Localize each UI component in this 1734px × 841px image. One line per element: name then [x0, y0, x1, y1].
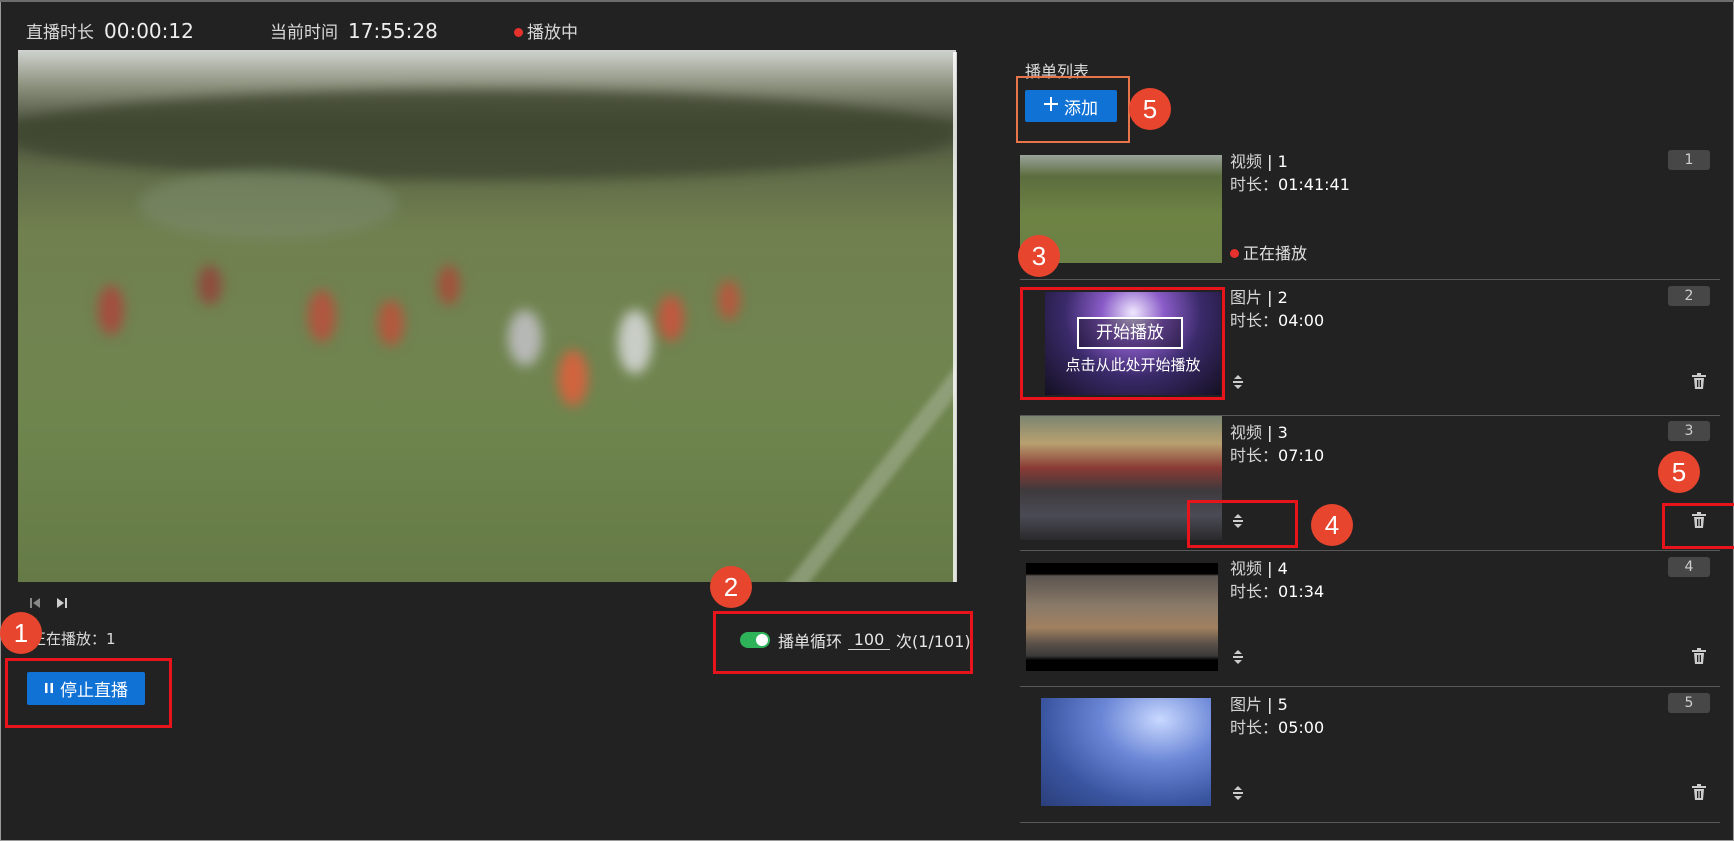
callout-3: 3 [1018, 235, 1060, 277]
item-duration-label: 时长： [1230, 311, 1279, 330]
highlight-box-stop [5, 658, 172, 728]
item-order-badge: 1 [1668, 150, 1710, 170]
item-type: 图片 [1230, 288, 1263, 307]
item-type: 图片 [1230, 695, 1263, 714]
item-type: 视频 [1230, 423, 1263, 442]
item-duration-label: 时长： [1230, 175, 1279, 194]
item-divider [1020, 279, 1720, 280]
status-dot-icon [514, 28, 523, 37]
highlight-box-drag [1187, 500, 1298, 548]
item-info: 图片 | 2 时长：04:00 [1230, 288, 1325, 330]
skip-next-icon[interactable] [55, 596, 69, 610]
item-duration-label: 时长： [1230, 718, 1279, 737]
callout-1: 1 [0, 612, 42, 654]
item-order-badge: 5 [1668, 693, 1710, 713]
item-info: 视频 | 1 时长：01:41:41 [1230, 152, 1350, 194]
trash-icon[interactable] [1692, 784, 1706, 800]
callout-5-delete: 5 [1658, 451, 1700, 493]
top-strip [0, 0, 1734, 2]
highlight-box-loop [713, 611, 973, 674]
highlight-box-add [1016, 76, 1130, 143]
video-edge [953, 52, 957, 582]
callout-5-add: 5 [1129, 88, 1171, 130]
playlist-item[interactable]: 视频 | 1 时长：01:41:41 1 正在播放 [1020, 145, 1720, 280]
drag-handle-icon[interactable] [1231, 375, 1245, 389]
item-thumbnail [1041, 698, 1211, 806]
item-info: 视频 | 3 时长：07:10 [1230, 423, 1325, 465]
item-duration: 07:10 [1278, 446, 1325, 465]
live-status: 播放中 [514, 18, 578, 43]
item-info: 图片 | 5 时长：05:00 [1230, 695, 1325, 737]
playing-dot-icon [1230, 249, 1239, 258]
live-duration-value: 00:00:12 [104, 19, 194, 43]
item-order-badge: 3 [1668, 421, 1710, 441]
item-type: 视频 [1230, 152, 1263, 171]
item-playing-status: 正在播放 [1230, 240, 1307, 264]
current-time: 当前时间 17:55:28 [270, 18, 438, 43]
item-thumbnail [1026, 563, 1218, 671]
item-duration-label: 时长： [1230, 446, 1279, 465]
video-preview[interactable] [18, 50, 956, 582]
item-duration: 01:34 [1278, 582, 1325, 601]
item-divider [1020, 550, 1720, 551]
playlist-item[interactable]: 视频 | 3 时长：07:10 3 [1020, 416, 1720, 551]
item-index: 3 [1277, 423, 1288, 442]
live-duration: 直播时长 00:00:12 [26, 18, 194, 43]
item-index: 2 [1277, 288, 1288, 307]
status-text: 播放中 [527, 23, 578, 43]
item-index: 4 [1277, 559, 1288, 578]
item-order-badge: 4 [1668, 557, 1710, 577]
current-time-value: 17:55:28 [348, 19, 438, 43]
item-divider [1020, 822, 1720, 823]
item-divider [1020, 686, 1720, 687]
drag-handle-icon[interactable] [1231, 786, 1245, 800]
live-duration-label: 直播时长 [26, 23, 94, 43]
item-info: 视频 | 4 时长：01:34 [1230, 559, 1325, 601]
item-duration: 01:41:41 [1278, 175, 1350, 194]
playlist-item[interactable]: 视频 | 4 时长：01:34 4 [1020, 552, 1720, 687]
skip-previous-icon[interactable] [28, 596, 42, 610]
item-order-badge: 2 [1668, 286, 1710, 306]
trash-icon[interactable] [1692, 373, 1706, 389]
item-type: 视频 [1230, 559, 1263, 578]
item-index: 1 [1277, 152, 1288, 171]
highlight-box-thumbnail [1020, 287, 1225, 400]
highlight-box-delete [1662, 503, 1734, 549]
item-duration-label: 时长： [1230, 582, 1279, 601]
current-time-label: 当前时间 [270, 23, 338, 43]
item-duration: 04:00 [1278, 311, 1325, 330]
callout-4: 4 [1311, 504, 1353, 546]
callout-2: 2 [710, 566, 752, 608]
item-index: 5 [1277, 695, 1288, 714]
drag-handle-icon[interactable] [1231, 650, 1245, 664]
item-status-text: 正在播放 [1243, 244, 1308, 263]
playlist-item[interactable]: 图片 | 5 时长：05:00 5 [1020, 688, 1720, 823]
item-duration: 05:00 [1278, 718, 1325, 737]
now-playing-text: 正在播放：1 [31, 630, 116, 648]
trash-icon[interactable] [1692, 648, 1706, 664]
